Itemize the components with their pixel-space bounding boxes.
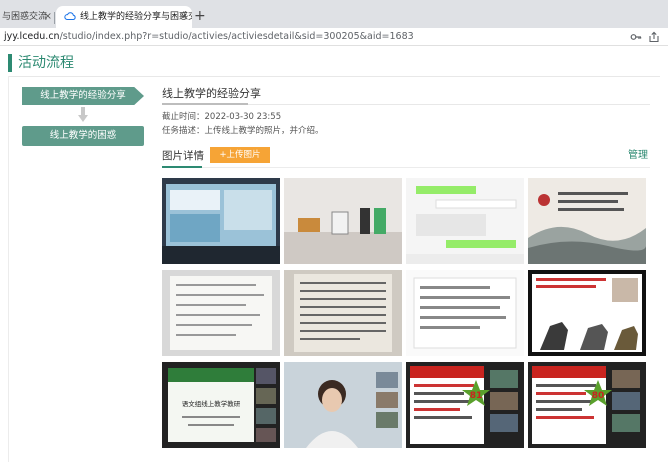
photo-thumbnail[interactable] [528,178,646,264]
tab-underline [162,166,202,168]
ink-painting-slide-photo [528,178,646,264]
arrow-down-icon [78,107,88,122]
address-bar[interactable]: jyy.lcedu.cn/studio/index.php?r=studio/a… [0,28,668,46]
photo-thumbnail[interactable]: 81 [406,362,524,448]
tab-separator [54,12,55,24]
desk-items-photo [284,178,402,264]
meeting-banner-text: 语文组线上教学教研 [182,399,241,408]
divider [8,76,9,462]
deadline-text: 截止时间：2022-03-30 23:55 [162,112,282,122]
photo-thumbnail[interactable] [284,270,402,356]
classroom-screen-photo [162,178,280,264]
url-path: /studio/index.php?r=studio/activies/acti… [59,31,414,42]
close-icon[interactable]: × [44,6,52,28]
tab-label: 与困惑交流 [2,12,48,22]
divider [162,167,650,168]
photo-thumbnail[interactable]: 语文组线上教学教研 [162,362,280,448]
task-description: 任务描述：上传线上教学的照片，并介绍。 [162,126,324,136]
photo-thumbnail[interactable] [406,178,524,264]
step-confusion[interactable]: 线上教学的困惑 [22,126,144,146]
photo-thumbnail[interactable] [284,362,402,448]
score-80-text: 80 [592,391,605,401]
title-accent-bar [8,54,12,72]
photo-thumbnail[interactable] [162,270,280,356]
photo-thumbnail[interactable] [162,178,280,264]
browser-tab-inactive[interactable]: 与困惑交流 × [0,6,54,28]
step-title-underline [162,103,248,105]
close-icon[interactable]: × [180,6,188,28]
url-text[interactable]: jyy.lcedu.cn/studio/index.php?r=studio/a… [4,30,414,44]
share-icon[interactable] [648,31,660,43]
teacher-video-photo [284,362,402,448]
page-title: 活动流程 [18,55,74,71]
step-experience-sharing[interactable]: 线上教学的经验分享 [22,87,144,105]
score-81-text: 81 [470,391,483,401]
photo-thumbnail[interactable] [284,178,402,264]
step-title: 线上教学的经验分享 [162,87,261,100]
divider [8,76,660,77]
class-slide-score-81-photo: 81 [406,362,524,448]
online-meeting-photo: 语文组线上教学教研 [162,362,280,448]
url-host: jyy.lcedu.cn [4,31,60,42]
worksheet-photo [162,270,280,356]
photo-thumbnail[interactable] [528,270,646,356]
chat-screenshot-photo [406,178,524,264]
class-slide-score-80-photo: 80 [528,362,646,448]
new-tab-button[interactable]: + [194,7,206,25]
tab-photo-details[interactable]: 图片详情 [162,148,204,164]
cloud-icon [64,12,76,20]
browser-tab-active[interactable]: 线上教学的经验分享与困惑交流 × [56,6,192,28]
dinosaur-slide-photo [528,270,646,356]
photo-thumbnail[interactable] [406,270,524,356]
key-icon[interactable] [630,31,642,43]
document-screenshot-photo [406,270,524,356]
tab-label: 线上教学的经验分享与困惑交流 [80,12,192,22]
manage-link[interactable]: 管理 [628,149,648,163]
textbook-photo [284,270,402,356]
browser-tab-bar: 与困惑交流 × 线上教学的经验分享与困惑交流 × + [0,0,668,28]
upload-photo-button[interactable]: +上传图片 [210,147,270,163]
photo-thumbnail[interactable]: 80 [528,362,646,448]
